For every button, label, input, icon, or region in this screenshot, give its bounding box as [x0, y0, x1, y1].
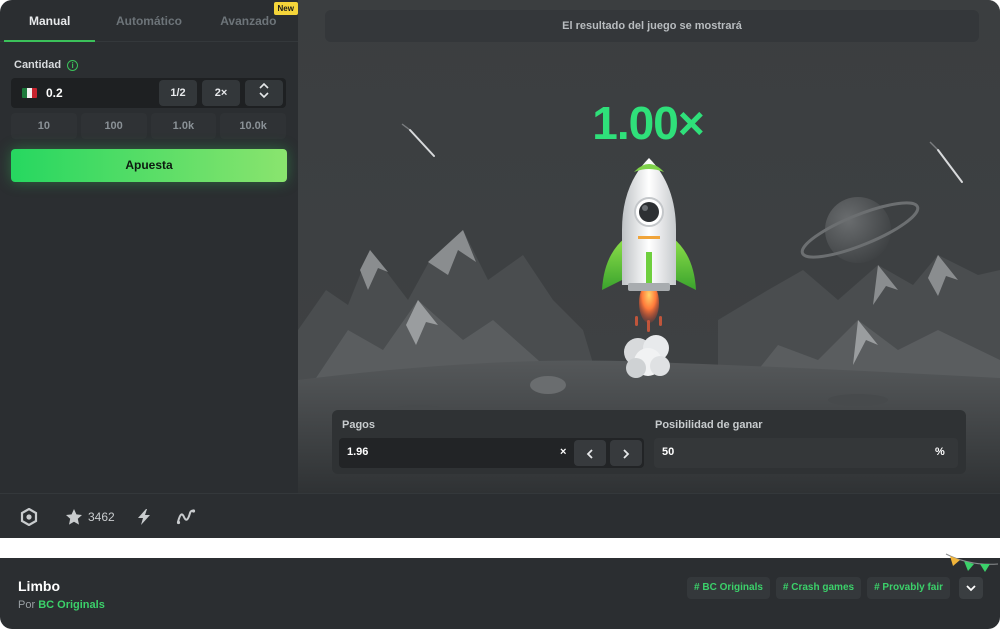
bet-button[interactable]: Apuesta [11, 149, 287, 182]
info-icon[interactable]: i [67, 59, 79, 71]
payout-label: Pagos [342, 419, 376, 431]
settings-button[interactable] [20, 506, 38, 528]
bet-panel: Manual Automático Avanzado New Cantidad … [0, 0, 298, 493]
chevron-down-icon [259, 92, 269, 99]
tag-crash-games[interactable]: # Crash games [775, 577, 862, 599]
lightning-icon [138, 509, 150, 525]
tab-manual[interactable]: Manual [0, 0, 99, 42]
payout-increase-button[interactable] [610, 440, 642, 466]
quick-amount-button[interactable]: 100 [80, 113, 147, 139]
amount-stepper[interactable] [245, 80, 283, 106]
quick-amounts: 10 100 1.0k 10.0k [11, 113, 286, 139]
amount-input[interactable] [46, 86, 146, 100]
quick-amount-button[interactable]: 1.0k [150, 113, 217, 139]
bunting-decoration [945, 553, 999, 572]
win-chance-suffix: % [935, 446, 945, 458]
game-area: El resultado del juego se mostrará 1.00×… [298, 0, 1000, 493]
tab-advanced[interactable]: Avanzado New [199, 0, 298, 41]
payout-input[interactable] [347, 446, 467, 458]
game-tags: # BC Originals # Crash games # Provably … [687, 577, 950, 599]
payout-field: × [339, 438, 644, 468]
amount-label: Cantidad i [14, 59, 79, 71]
result-message: El resultado del juego se mostrará [325, 10, 979, 42]
chevron-left-icon [586, 448, 593, 459]
payout-suffix: × [560, 446, 567, 458]
stats-button[interactable] [176, 506, 196, 528]
game-controls: Pagos × Posibilidad de ganar % [332, 410, 966, 474]
tag-bc-originals[interactable]: # BC Originals [687, 577, 770, 599]
game-provider-line: Por BC Originals [18, 599, 105, 611]
amount-field: 1/2 2× [11, 78, 286, 108]
new-badge: New [273, 2, 298, 15]
half-button[interactable]: 1/2 [159, 80, 197, 106]
quick-amount-button[interactable]: 10.0k [220, 113, 286, 139]
settings-icon [20, 508, 38, 526]
quick-amount-button[interactable]: 10 [11, 113, 77, 139]
win-chance-label: Posibilidad de ganar [655, 419, 763, 431]
chevron-up-icon [259, 82, 269, 89]
game-info-footer: Limbo Por BC Originals # BC Originals # … [0, 553, 1000, 629]
game-toolbar: 3462 [0, 493, 1000, 538]
limbo-game-app: Manual Automático Avanzado New Cantidad … [0, 0, 1000, 629]
mexico-flag-icon[interactable] [22, 88, 37, 98]
game-title: Limbo [18, 578, 60, 594]
win-chance-input[interactable] [662, 446, 782, 458]
mode-tabs: Manual Automático Avanzado New [0, 0, 298, 42]
tag-provably-fair[interactable]: # Provably fair [867, 577, 950, 599]
favorite-button[interactable]: 3462 [65, 506, 115, 528]
double-button[interactable]: 2× [202, 80, 240, 106]
tab-automatic[interactable]: Automático [99, 0, 198, 41]
chart-icon [176, 509, 196, 525]
hotkeys-button[interactable] [136, 506, 152, 528]
chevron-right-icon [623, 448, 630, 459]
win-chance-field: % [654, 438, 958, 468]
favorites-count: 3462 [88, 510, 115, 524]
star-icon [66, 509, 82, 525]
multiplier-display: 1.00× [592, 97, 704, 149]
payout-decrease-button[interactable] [574, 440, 606, 466]
provider-link[interactable]: BC Originals [38, 599, 105, 611]
